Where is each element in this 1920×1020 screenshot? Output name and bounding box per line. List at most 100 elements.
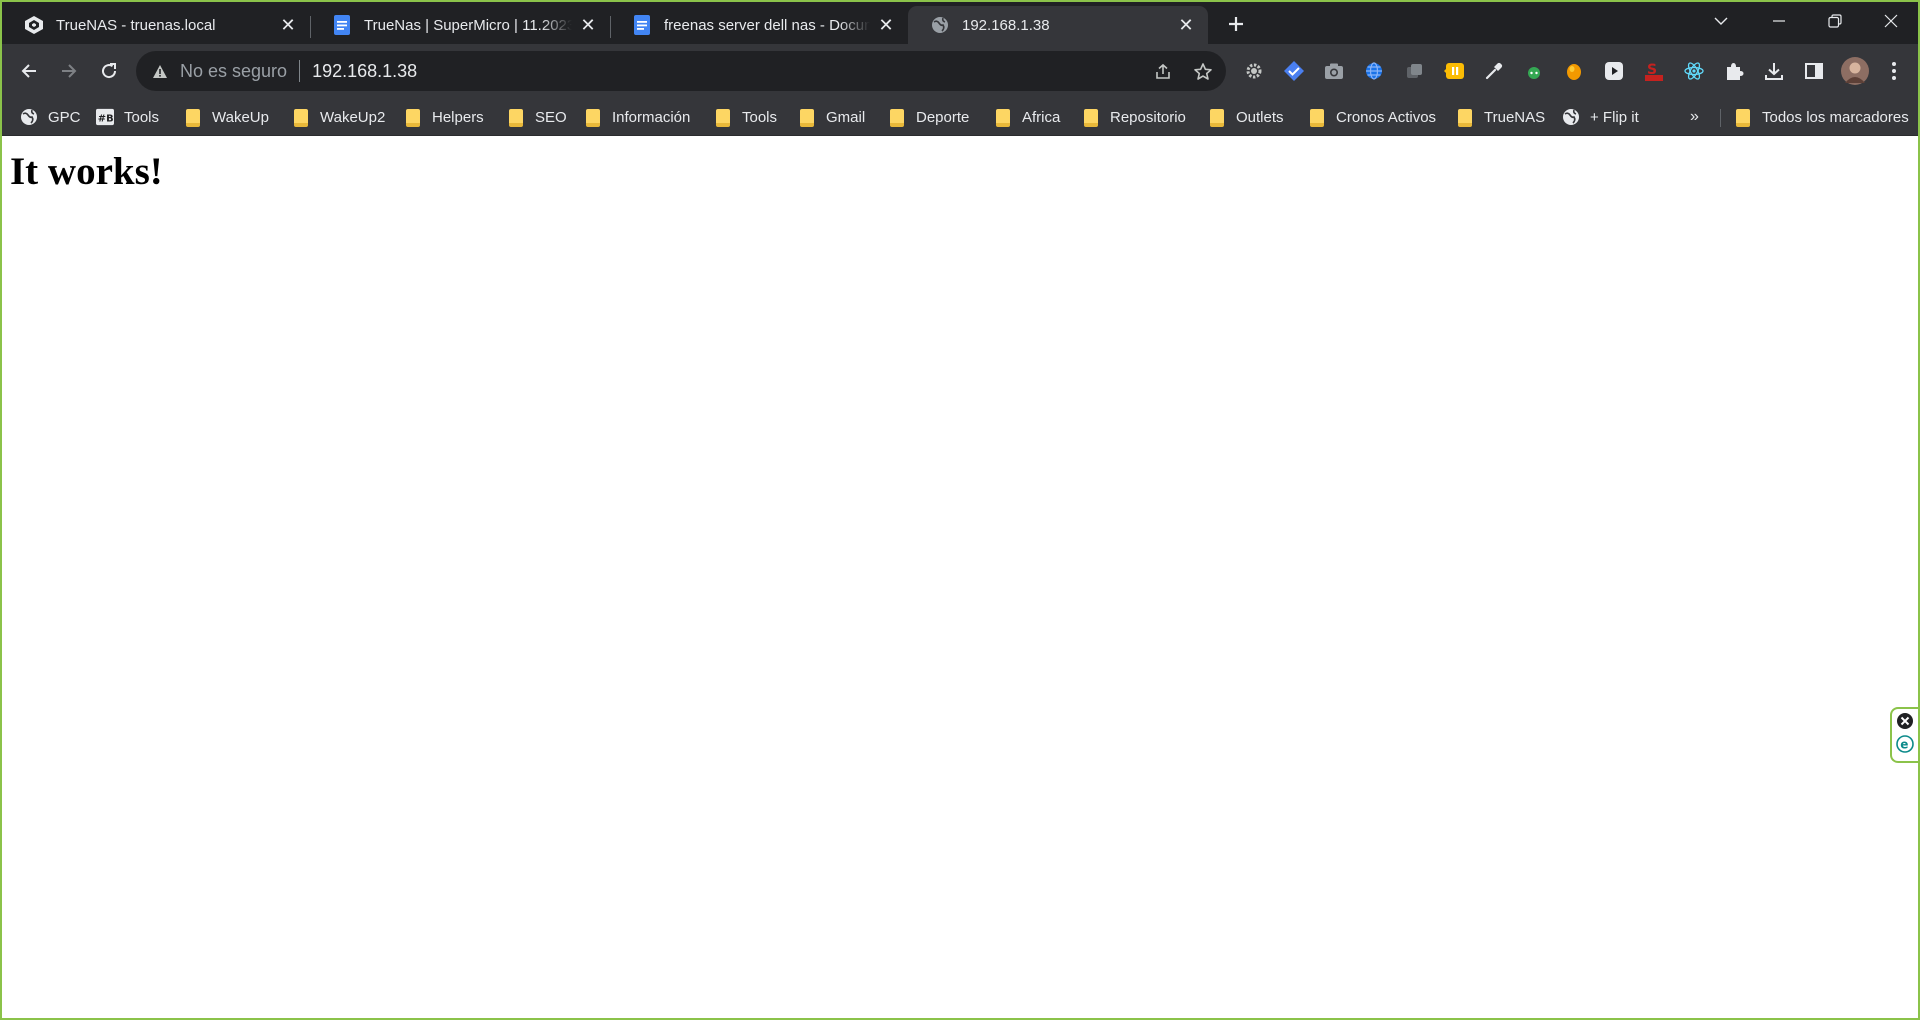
tab-supermicro[interactable]: TrueNas | SuperMicro | 11.2023 ✕ — [310, 6, 610, 44]
folder-icon — [507, 108, 525, 127]
new-tab-button[interactable] — [1222, 10, 1250, 38]
all-bookmarks-folder[interactable]: Todos los marcadores — [1734, 103, 1909, 131]
gear-icon[interactable] — [1242, 59, 1266, 83]
bookmark-folder-informacion[interactable]: Información — [584, 103, 690, 131]
omnibox-divider — [299, 60, 301, 82]
bookmark-folder-repositorio[interactable]: Repositorio — [1082, 103, 1186, 131]
svg-text:e: e — [1900, 738, 1908, 752]
seo-extension-icon[interactable]: S — [1642, 59, 1666, 83]
site-icon: #BB — [96, 108, 114, 126]
folder-icon — [798, 108, 816, 127]
tab-strip: TrueNAS - truenas.local ✕ TrueNas | Supe… — [2, 2, 1918, 44]
bookmark-label: WakeUp2 — [320, 108, 386, 126]
truenas-icon — [24, 15, 44, 35]
bookmark-folder-seo[interactable]: SEO — [507, 103, 567, 131]
bookmark-folder-africa[interactable]: Africa — [994, 103, 1060, 131]
bookmark-folder-deporte[interactable]: Deporte — [888, 103, 969, 131]
tab-search-button[interactable] — [1698, 2, 1744, 40]
close-icon[interactable]: ✕ — [578, 15, 598, 35]
bookmark-folder-wakeup[interactable]: WakeUp — [184, 103, 269, 131]
page-content: It works! e — [2, 137, 1918, 1018]
bookmark-folder-tools[interactable]: Tools — [714, 103, 777, 131]
bookmark-label: + Flip it — [1590, 108, 1639, 126]
close-icon[interactable]: ✕ — [876, 15, 896, 35]
bookmark-label: GPC — [48, 108, 81, 126]
minimize-button[interactable] — [1756, 2, 1802, 40]
puzzle-icon[interactable] — [1722, 59, 1746, 83]
bookmark-folder-wakeup2[interactable]: WakeUp2 — [292, 103, 385, 131]
bookmark-label: Deporte — [916, 108, 970, 126]
page-heading: It works! — [10, 150, 163, 193]
more-bookmarks-button[interactable]: » — [1690, 103, 1699, 131]
folder-icon — [994, 108, 1012, 127]
back-button[interactable] — [13, 55, 45, 87]
globe-icon — [1562, 108, 1580, 126]
folder-icon — [888, 108, 906, 127]
folder-icon — [714, 108, 732, 127]
close-window-button[interactable] — [1868, 2, 1914, 40]
tab-manager-icon[interactable] — [1402, 59, 1426, 83]
double-chevron-right-icon: » — [1690, 108, 1699, 125]
tab-active-192-168-1-38[interactable]: 192.168.1.38 ✕ — [908, 6, 1208, 44]
camera-icon[interactable] — [1322, 59, 1346, 83]
tab-freenas-doc[interactable]: freenas server dell nas - Documentos de … — [610, 6, 908, 44]
tab-title: freenas server dell nas - Documentos de … — [664, 16, 870, 34]
chevron-down-icon — [1714, 17, 1728, 25]
browser-window: TrueNAS - truenas.local ✕ TrueNas | Supe… — [0, 0, 1920, 1020]
bookmark-label: Cronos Activos — [1336, 108, 1437, 126]
download-icon[interactable] — [1762, 59, 1786, 83]
url-text[interactable]: 192.168.1.38 — [312, 61, 417, 82]
close-icon[interactable]: ✕ — [278, 15, 298, 35]
orange-extension-icon[interactable] — [1562, 59, 1586, 83]
google-docs-icon — [332, 15, 352, 35]
checklist-extension-icon[interactable] — [1282, 59, 1306, 83]
star-icon[interactable] — [1192, 61, 1214, 83]
folder-icon — [584, 108, 602, 127]
bookmark-label: Gmail — [826, 108, 866, 126]
minimize-icon — [1773, 20, 1785, 22]
folder-icon — [184, 108, 202, 127]
bookmark-folder-cronos-activos[interactable]: Cronos Activos — [1308, 103, 1436, 131]
media-player-icon[interactable] — [1602, 59, 1626, 83]
bookmark-tools-site[interactable]: #BB Tools — [96, 103, 159, 131]
bookmark-gpc[interactable]: GPC — [20, 103, 81, 131]
restore-button[interactable] — [1812, 2, 1858, 40]
tab-title: TrueNas | SuperMicro | 11.2023 — [364, 16, 572, 34]
avatar[interactable] — [1840, 56, 1870, 86]
folder-icon — [1208, 108, 1226, 127]
reload-icon — [102, 63, 117, 79]
extension-e-icon[interactable]: e — [1896, 735, 1914, 758]
menu-icon[interactable] — [1882, 59, 1906, 83]
ai-assistant-icon[interactable] — [1522, 59, 1546, 83]
tab-title: 192.168.1.38 — [962, 16, 1050, 34]
bookmark-label: SEO — [535, 108, 567, 126]
close-circle-icon[interactable] — [1896, 712, 1914, 735]
bookmark-label: Repositorio — [1110, 108, 1186, 126]
globe-icon — [20, 108, 38, 126]
toolbar: No es seguro 192.168.1.38 S — [2, 44, 1918, 98]
share-icon[interactable] — [1152, 61, 1174, 83]
translate-globe-icon[interactable] — [1362, 59, 1386, 83]
bookmark-label: WakeUp — [212, 108, 269, 126]
bookmark-label: Africa — [1022, 108, 1061, 126]
highlighter-extension-icon[interactable] — [1442, 59, 1466, 83]
bookmark-flip-it[interactable]: + Flip it — [1562, 103, 1639, 131]
bookmark-folder-truenas[interactable]: TrueNAS — [1456, 103, 1545, 131]
bookmark-folder-gmail[interactable]: Gmail — [798, 103, 865, 131]
react-devtools-icon[interactable] — [1682, 59, 1706, 83]
security-label[interactable]: No es seguro — [180, 61, 287, 82]
reload-button[interactable] — [93, 55, 125, 87]
tab-truenas[interactable]: TrueNAS - truenas.local ✕ — [2, 6, 310, 44]
bookmark-label: Todos los marcadores — [1762, 108, 1909, 126]
side-extension-widget[interactable]: e — [1890, 707, 1918, 763]
side-panel-icon[interactable] — [1802, 59, 1826, 83]
address-bar[interactable]: No es seguro 192.168.1.38 — [136, 51, 1226, 91]
close-icon[interactable]: ✕ — [1176, 15, 1196, 35]
bookmark-folder-outlets[interactable]: Outlets — [1208, 103, 1284, 131]
forward-button[interactable] — [53, 55, 85, 87]
color-picker-icon[interactable] — [1482, 59, 1506, 83]
bookmarks-bar: GPC #BB Tools WakeUp WakeUp2 Helpers SEO… — [2, 98, 1918, 136]
bookmark-folder-helpers[interactable]: Helpers — [404, 103, 484, 131]
warning-icon[interactable] — [152, 62, 170, 80]
tab-title: TrueNAS - truenas.local — [56, 16, 216, 34]
